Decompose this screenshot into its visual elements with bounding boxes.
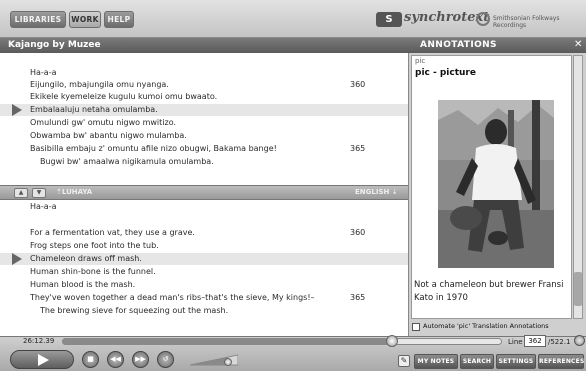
line-label: Line [508,338,523,346]
pen-icon[interactable]: ✎ [398,355,410,367]
settings-button[interactable]: SETTINGS [496,354,536,369]
smithsonian-logo-icon [476,12,490,26]
my-notes-button[interactable]: MY NOTES [414,354,458,369]
rewind-icon: ◀◀ [110,355,121,363]
translation-text-pane[interactable]: Ha-a-a For a fermentation vat, they use … [0,200,408,336]
text-line[interactable]: Omulundi gw' omutu nigwo mwitizo. [30,117,406,129]
annotation-title: pic - picture [415,68,476,78]
synchrotext-logo-icon: S [376,12,402,27]
libraries-button[interactable]: LIBRARIES [10,11,66,28]
work-title: Kajango by Muzee [0,38,408,53]
text-line[interactable]: Human blood is the mash. [30,279,406,291]
timeline-knob[interactable] [386,335,398,347]
annotation-tag: pic [415,57,426,65]
current-text-line[interactable]: Embalaaluju netaha omulamba. [0,104,408,116]
text-line[interactable]: Frog steps one foot into the tub. [30,240,406,252]
automate-annotations-checkbox[interactable] [412,323,420,331]
annotations-header: ANNOTATIONS [408,38,586,53]
text-line[interactable]: The brewing sieve for squeezing out the … [40,305,408,317]
loop-icon: ↺ [162,355,169,363]
text-line[interactable] [30,214,406,226]
original-text-pane[interactable]: Ha-a-a Eijungilo, mbajungila omu nyanga.… [0,53,408,185]
references-button[interactable]: REFERENCES [538,354,584,369]
fast-forward-button[interactable]: ▶▶ [132,351,149,368]
text-line[interactable]: They've woven together a dead man's ribs… [30,292,406,304]
text-line[interactable]: Ekikele kyemeleize kugulu kumoi omu bwaa… [30,91,406,103]
original-language-label[interactable]: ⇡LUHAYA [56,188,92,196]
annotation-caption: Not a chameleon but brewer Fransi Kato i… [414,280,564,303]
automate-annotations-label: Automate 'pic' Translation Annotations [423,322,549,330]
stop-icon: ■ [87,355,94,363]
translation-language-label[interactable]: ENGLISH ⇣ [355,188,398,196]
text-line[interactable]: Eijungilo, mbajungila omu nyanga. 360 [30,79,406,91]
play-icon [38,354,49,366]
loop-button[interactable]: ↺ [157,351,174,368]
text-line[interactable]: Human shin-bone is the funnel. [30,266,406,278]
scroll-down-button[interactable]: ▼ [32,188,46,198]
text-line[interactable]: For a fermentation vat, they use a grave… [30,227,406,239]
text-line[interactable]: Ha-a-a [30,201,406,213]
brewer-photo [438,100,554,268]
text-line[interactable]: Bugwi bw' amaalwa nigikamula omulamba. [40,156,416,168]
work-button[interactable]: WORK [69,11,101,28]
timecode: 26:12.39 [23,337,55,345]
close-icon[interactable]: ✕ [574,39,582,50]
search-button[interactable]: SEARCH [460,354,494,369]
fast-forward-icon: ▶▶ [135,355,146,363]
text-line[interactable]: Basibilla embaju z' omuntu afile nizo ob… [30,143,406,155]
scroll-up-button[interactable]: ▲ [14,188,28,198]
volume-knob[interactable] [224,358,232,366]
rewind-button[interactable]: ◀◀ [107,351,124,368]
pane-divider[interactable]: ▲ ▼ ⇡LUHAYA ENGLISH ⇣ [0,185,408,200]
stop-button[interactable]: ■ [82,351,99,368]
current-line-marker-icon [12,253,22,265]
line-total: /522.1 [548,338,571,346]
help-button[interactable]: HELP [104,11,134,28]
scrollbar-thumb[interactable] [574,272,582,306]
go-to-line-button[interactable] [574,335,585,346]
partner-name: Smithsonian Folkways Recordings [493,15,560,29]
text-line[interactable]: Obwamba bw' abantu nigwo mulamba. [30,130,406,142]
line-number-input[interactable]: 362 [524,335,546,347]
text-line[interactable]: Ha-a-a [30,67,406,79]
timeline-progress [62,338,392,345]
current-text-line[interactable]: Chameleon draws off mash. [0,253,408,265]
current-line-marker-icon [12,104,22,116]
